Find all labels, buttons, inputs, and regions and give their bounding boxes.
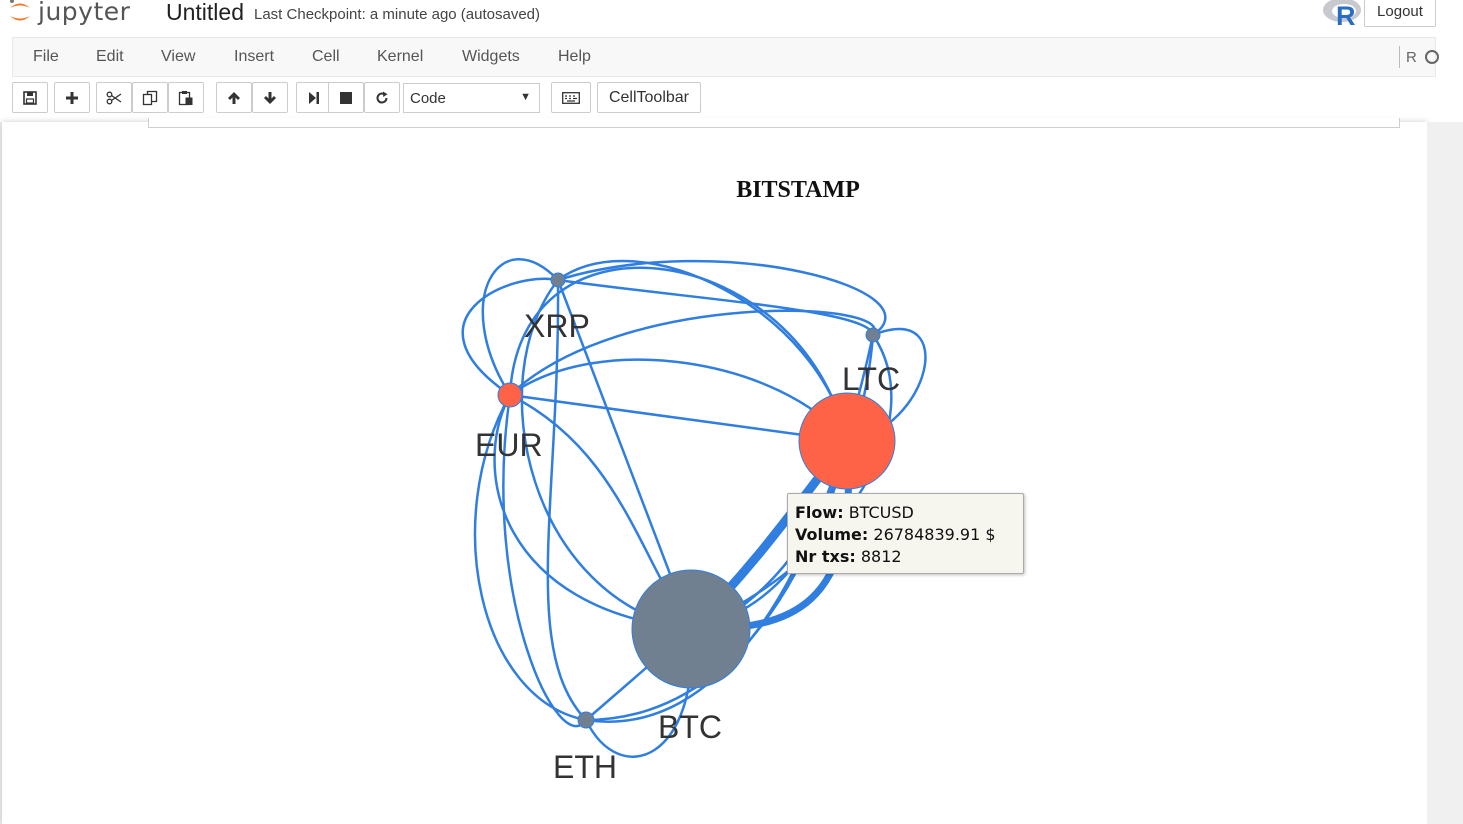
node-eth[interactable]	[577, 711, 595, 729]
edge-tooltip: Flow: BTCUSD Volume: 26784839.91 $ Nr tx…	[787, 493, 1024, 574]
tooltip-flow-label: Flow:	[795, 503, 844, 522]
node-label-eth: ETH	[553, 749, 617, 785]
node-label-ltc: LTC	[842, 361, 900, 397]
tooltip-flow-value: BTCUSD	[848, 503, 914, 522]
edge[interactable]	[557, 278, 875, 336]
tooltip-txs-row: Nr txs: 8812	[795, 546, 1016, 568]
edge[interactable]	[509, 393, 848, 443]
node-label-xrp: XRP	[524, 308, 590, 344]
tooltip-flow-row: Flow: BTCUSD	[795, 502, 1016, 524]
node-xrp[interactable]	[550, 272, 566, 288]
node-label-btc: BTC	[658, 709, 722, 745]
node-eur[interactable]	[497, 382, 523, 408]
network-graph: XRP LTC EUR BTC ETH	[461, 258, 927, 785]
edge[interactable]	[546, 279, 587, 721]
tooltip-txs-label: Nr txs:	[795, 547, 856, 566]
tooltip-volume-value: 26784839.91 $	[873, 525, 996, 544]
tooltip-volume-row: Volume: 26784839.91 $	[795, 524, 1016, 546]
tooltip-volume-label: Volume:	[795, 525, 869, 544]
node-btc[interactable]	[631, 569, 751, 689]
node-ltc[interactable]	[798, 392, 896, 490]
node-unlabeled[interactable]	[865, 327, 881, 343]
tooltip-txs-value: 8812	[860, 547, 902, 566]
node-label-eur: EUR	[475, 427, 543, 463]
